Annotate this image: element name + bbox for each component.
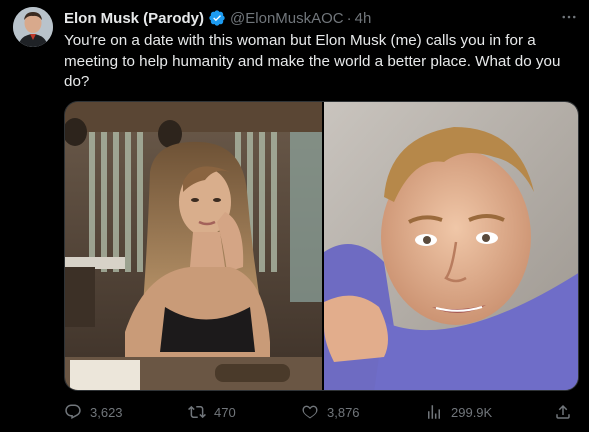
share-icon <box>556 404 570 419</box>
tweet-card[interactable]: Elon Musk (Parody) @ElonMuskAOC · 4h You… <box>0 0 589 432</box>
avatar-image <box>13 7 53 47</box>
author-display-name[interactable]: Elon Musk (Parody) <box>64 10 204 27</box>
like-button[interactable]: 3,876 <box>301 402 360 422</box>
tweet-actions: 3,623 470 3,876 299.9K <box>64 402 580 422</box>
reply-count: 3,623 <box>90 404 123 420</box>
author-handle[interactable]: @ElonMuskAOC <box>230 10 344 27</box>
like-count: 3,876 <box>327 404 360 420</box>
reply-icon <box>65 404 81 419</box>
media-image-left[interactable] <box>65 102 322 390</box>
reply-button[interactable]: 3,623 <box>64 402 123 422</box>
retweet-icon <box>188 405 206 419</box>
tweet-text: You're on a date with this woman but Elo… <box>64 32 561 90</box>
verified-badge-icon <box>208 9 226 27</box>
woman-photo-image <box>65 102 322 390</box>
tweet-media[interactable] <box>64 101 579 391</box>
retweet-button[interactable]: 470 <box>188 402 236 422</box>
views-icon <box>428 405 440 419</box>
tweet-header: Elon Musk (Parody) @ElonMuskAOC · 4h <box>64 8 371 28</box>
man-photo-image <box>324 102 578 390</box>
avatar[interactable] <box>13 7 53 47</box>
tweet-timestamp[interactable]: 4h <box>355 10 372 27</box>
retweet-count: 470 <box>214 404 236 420</box>
header-separator: · <box>346 9 352 27</box>
view-count: 299.9K <box>451 404 493 420</box>
heart-icon <box>302 405 318 419</box>
more-icon[interactable] <box>556 8 582 26</box>
media-image-right[interactable] <box>324 102 578 390</box>
share-button[interactable] <box>554 402 572 422</box>
views-button[interactable]: 299.9K <box>425 402 492 422</box>
